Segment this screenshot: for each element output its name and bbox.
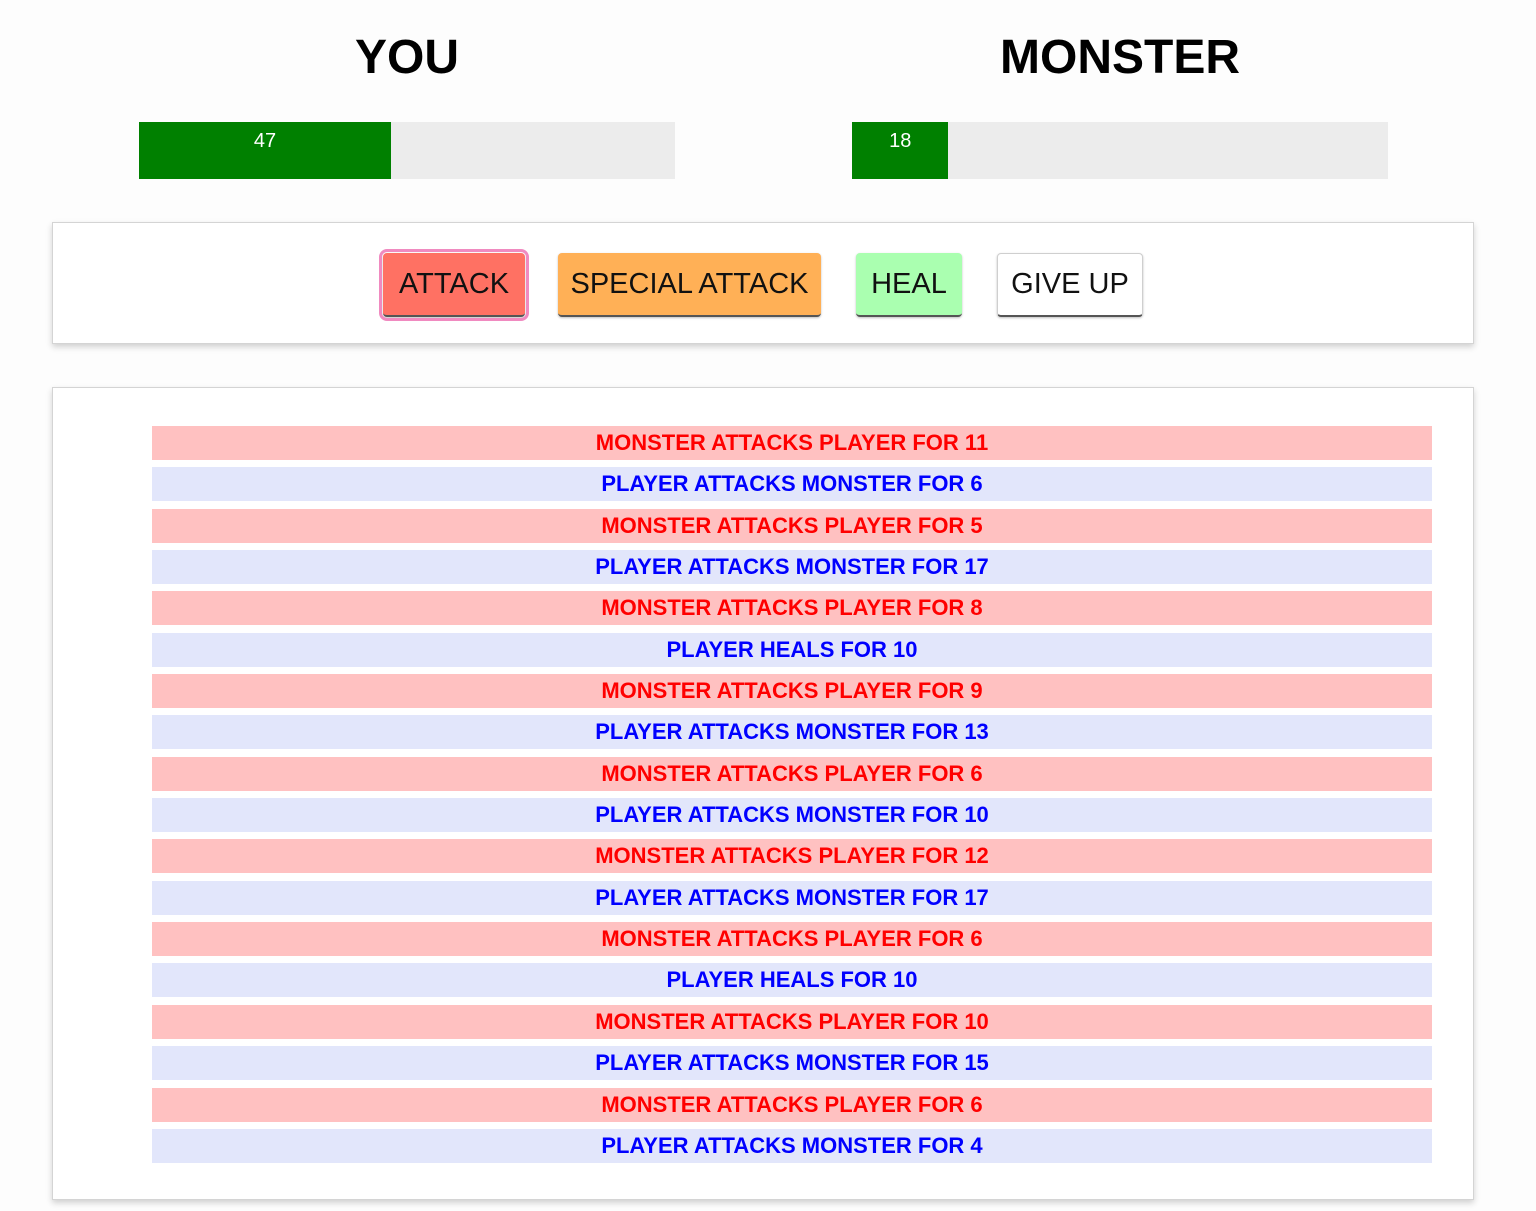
monster-log-entry: MONSTER ATTACKS PLAYER FOR 8 — [152, 591, 1432, 626]
monster-log-entry: MONSTER ATTACKS PLAYER FOR 12 — [152, 839, 1432, 874]
player-health-fill: 47 — [139, 122, 391, 179]
monster-title: MONSTER — [1000, 31, 1240, 84]
monster-health-fill: 18 — [852, 122, 949, 179]
monster-log-entry: MONSTER ATTACKS PLAYER FOR 6 — [152, 922, 1432, 957]
heal-button[interactable]: HEAL — [856, 253, 962, 317]
player-log-entry: PLAYER HEALS FOR 10 — [152, 963, 1432, 998]
monster-log-entry: MONSTER ATTACKS PLAYER FOR 10 — [152, 1004, 1432, 1039]
monster-health-bar: 18 — [852, 122, 1388, 179]
monster-log-entry: MONSTER ATTACKS PLAYER FOR 5 — [152, 508, 1432, 543]
player-log-entry: PLAYER ATTACKS MONSTER FOR 17 — [152, 550, 1432, 585]
player-log-entry: PLAYER ATTACKS MONSTER FOR 13 — [152, 715, 1432, 750]
controls-panel: ATTACK SPECIAL ATTACK HEAL GIVE UP — [52, 222, 1474, 344]
player-health-bar: 47 — [139, 122, 675, 179]
player-log-entry: PLAYER ATTACKS MONSTER FOR 10 — [152, 798, 1432, 833]
monster-log-entry: MONSTER ATTACKS PLAYER FOR 9 — [152, 674, 1432, 709]
player-log-entry: PLAYER HEALS FOR 10 — [152, 632, 1432, 667]
give-up-button[interactable]: GIVE UP — [997, 253, 1143, 317]
battle-log-panel: MONSTER ATTACKS PLAYER FOR 11 PLAYER ATTA… — [52, 387, 1474, 1200]
special-attack-button[interactable]: SPECIAL ATTACK — [558, 253, 821, 317]
battle-log-list: MONSTER ATTACKS PLAYER FOR 11 PLAYER ATTA… — [152, 426, 1432, 1170]
player-log-entry: PLAYER ATTACKS MONSTER FOR 15 — [152, 1046, 1432, 1081]
monster-log-entry: MONSTER ATTACKS PLAYER FOR 11 — [152, 426, 1432, 460]
monster-log-entry: MONSTER ATTACKS PLAYER FOR 6 — [152, 1087, 1432, 1122]
player-log-entry: PLAYER ATTACKS MONSTER FOR 17 — [152, 880, 1432, 915]
player-title: YOU — [354, 31, 459, 84]
player-log-entry: PLAYER ATTACKS MONSTER FOR 4 — [152, 1128, 1432, 1163]
monster-log-entry: MONSTER ATTACKS PLAYER FOR 6 — [152, 756, 1432, 791]
player-log-entry: PLAYER ATTACKS MONSTER FOR 6 — [152, 467, 1432, 502]
attack-button[interactable]: ATTACK — [379, 249, 529, 321]
